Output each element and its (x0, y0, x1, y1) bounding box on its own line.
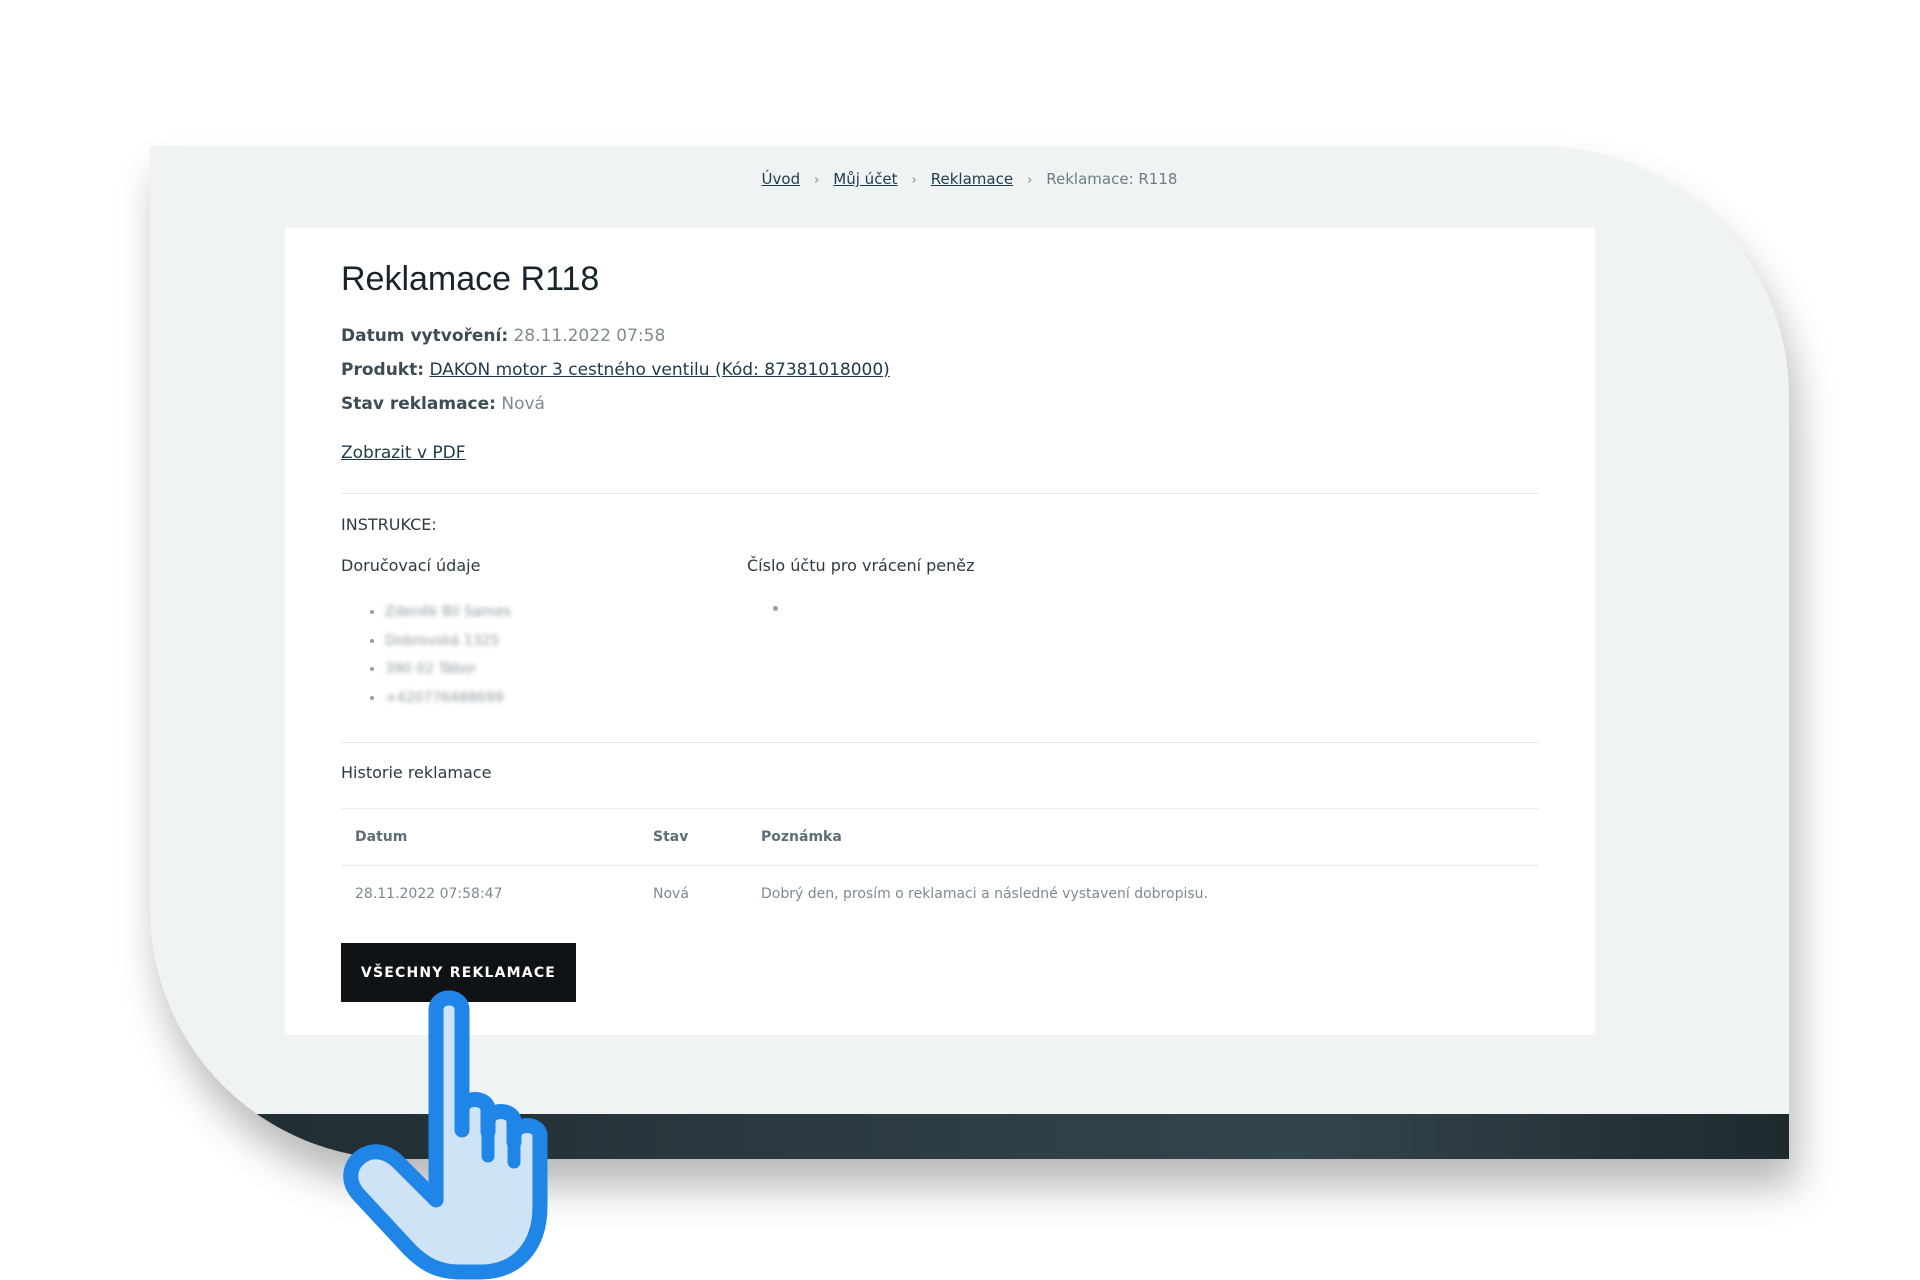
product-link[interactable]: DAKON motor 3 cestného ventilu (Kód: 873… (429, 360, 889, 380)
table-row: 28.11.2022 07:58:47 Nová Dobrý den, pros… (341, 866, 1539, 923)
delivery-city: 390 02 Tábor (385, 655, 511, 684)
history-heading: Historie reklamace (341, 763, 492, 782)
created-date-label: Datum vytvoření: (341, 326, 509, 346)
product-label: Produkt: (341, 360, 425, 380)
view-pdf-link[interactable]: Zobrazit v PDF (341, 443, 466, 463)
divider (341, 493, 1539, 494)
history-table: Datum Stav Poznámka 28.11.2022 07:58:47 … (341, 808, 1539, 922)
refund-account-list-item (773, 606, 778, 611)
status-value: Nová (501, 394, 545, 414)
status-label: Stav reklamace: (341, 394, 496, 414)
column-header-note: Poznámka (747, 808, 1539, 866)
hand-pointer-icon (343, 990, 548, 1280)
history-header-row: Datum Stav Poznámka (341, 808, 1539, 866)
claim-detail-card: Reklamace R118 Datum vytvoření: 28.11.20… (285, 228, 1595, 1035)
product-row: Produkt: DAKON motor 3 cestného ventilu … (341, 360, 890, 380)
breadcrumb-link-home[interactable]: Úvod (762, 170, 801, 188)
delivery-name: Zdeněk Bil Sames (385, 598, 511, 627)
delivery-details-heading: Doručovací údaje (341, 556, 481, 575)
delivery-details-list: Zdeněk Bil Sames Dobrovská 1325 390 02 T… (341, 598, 511, 712)
breadcrumb-link-account[interactable]: Můj účet (833, 170, 897, 188)
breadcrumb-link-claims[interactable]: Reklamace (931, 170, 1013, 188)
breadcrumb-separator: › (1027, 173, 1033, 188)
status-row: Stav reklamace: Nová (341, 394, 545, 414)
delivery-phone: +420776488699 (385, 684, 511, 713)
instructions-heading: INSTRUKCE: (341, 515, 437, 534)
column-header-status: Stav (639, 808, 747, 866)
breadcrumb: Úvod › Můj účet › Reklamace › Reklamace: R118 (150, 170, 1789, 188)
created-date-value: 28.11.2022 07:58 (513, 326, 666, 346)
divider (341, 742, 1539, 743)
refund-account-heading: Číslo účtu pro vrácení peněz (747, 556, 975, 575)
page-title: Reklamace R118 (341, 260, 600, 298)
column-header-date: Datum (341, 808, 639, 866)
history-date-cell: 28.11.2022 07:58:47 (355, 886, 503, 902)
delivery-street: Dobrovská 1325 (385, 627, 511, 656)
created-date-row: Datum vytvoření: 28.11.2022 07:58 (341, 326, 665, 346)
breadcrumb-separator: › (911, 173, 917, 188)
breadcrumb-separator: › (814, 173, 820, 188)
history-status-cell: Nová (653, 886, 689, 902)
breadcrumb-current: Reklamace: R118 (1046, 170, 1178, 188)
history-note-cell: Dobrý den, prosím o reklamaci a následné… (761, 886, 1208, 902)
